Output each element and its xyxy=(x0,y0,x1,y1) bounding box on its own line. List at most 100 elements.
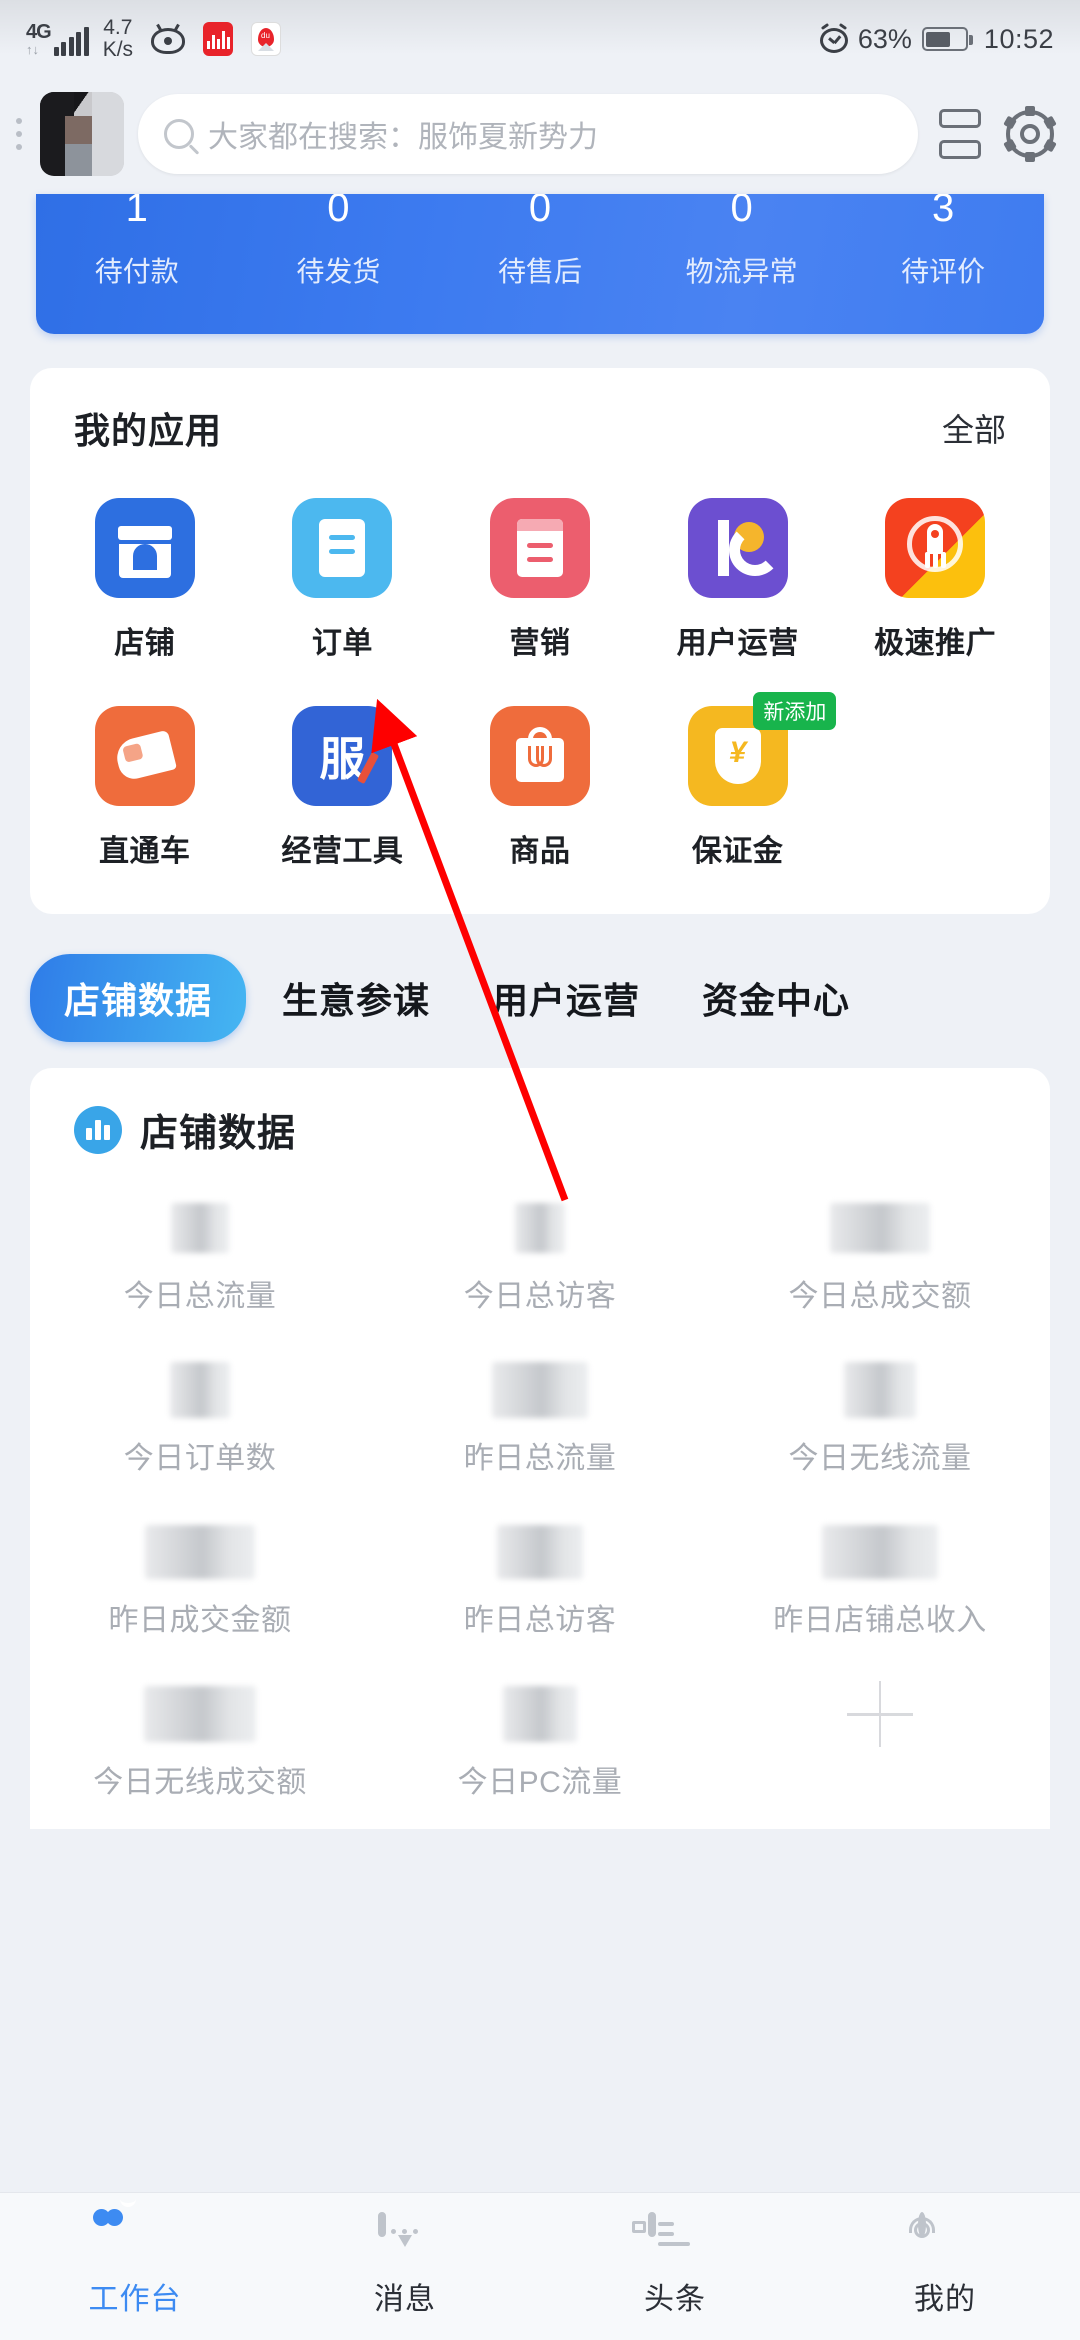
metric-grid: 今日总流量 今日总访客 今日总成交额 今日订单数 昨日总流量 今日无线流量 昨日成交金额 昨日… xyxy=(30,1157,1050,1819)
order-status-cell[interactable]: 1 待付款 xyxy=(36,194,238,290)
metric-cell[interactable]: 今日PC流量 xyxy=(370,1657,710,1819)
tabbar-item-label: 工作台 xyxy=(88,2282,182,2316)
tabbar-item-1[interactable]: 消息 xyxy=(270,2211,540,2318)
train-icon xyxy=(94,706,195,806)
tab-3[interactable]: 资金中心 xyxy=(676,972,876,1024)
tabbar-item-0[interactable]: 工作台 xyxy=(0,2202,270,2318)
order-status-label: 待售后 xyxy=(497,256,582,287)
eye-comfort-icon xyxy=(151,23,186,54)
order-status-cell[interactable]: 0 物流异常 xyxy=(641,194,843,290)
document-list-icon xyxy=(292,498,393,598)
gear-icon xyxy=(1003,106,1057,162)
header-bar: 大家都在搜索：服饰夏新势力 xyxy=(0,78,1080,194)
tab-1[interactable]: 生意参谋 xyxy=(256,972,456,1024)
metric-value-masked xyxy=(514,1203,565,1253)
metric-value-wrap xyxy=(496,1525,583,1579)
battery-percent-label: 63% xyxy=(857,23,912,54)
add-metric-button[interactable] xyxy=(710,1657,1050,1819)
plus-icon xyxy=(846,1681,913,1747)
metric-value-wrap xyxy=(829,1201,930,1255)
order-status-cell[interactable]: 0 待售后 xyxy=(439,194,641,290)
shop-data-title: 店铺数据 xyxy=(140,1113,297,1155)
tab-0[interactable]: 店铺数据 xyxy=(30,954,247,1042)
order-status-label: 待发货 xyxy=(296,256,381,287)
metric-cell[interactable]: 今日总成交额 xyxy=(710,1171,1050,1333)
add-metric-wrap xyxy=(846,1681,913,1747)
order-status-cell[interactable]: 0 待发货 xyxy=(238,194,440,290)
app-tile-shield-yuan[interactable]: 新添加 ¥ 保证金 xyxy=(639,692,837,870)
order-status-cell[interactable]: 3 待评价 xyxy=(842,194,1044,290)
shop-data-header: 店铺数据 xyxy=(30,1102,1050,1157)
metric-label: 今日总流量 xyxy=(123,1280,277,1313)
metric-cell[interactable]: 今日订单数 xyxy=(30,1333,370,1495)
metric-cell[interactable]: 昨日店铺总收入 xyxy=(710,1495,1050,1657)
metric-cell[interactable]: 今日总流量 xyxy=(30,1171,370,1333)
new-badge: 新添加 xyxy=(753,692,837,730)
profile-icon xyxy=(909,2211,972,2264)
shop-data-card: 店铺数据 今日总流量 今日总访客 今日总成交额今日订单数 昨日总流量 今日无线流量昨日成… xyxy=(30,1068,1050,1829)
order-status-label: 待付款 xyxy=(94,256,179,287)
split-screen-button[interactable] xyxy=(932,106,988,162)
metric-value-wrap xyxy=(143,1686,256,1742)
user-ops-icon xyxy=(687,498,788,598)
metric-value-wrap xyxy=(821,1525,938,1579)
metric-value-masked xyxy=(496,1525,583,1579)
metric-cell[interactable]: 昨日总访客 xyxy=(370,1495,710,1657)
app-screen: 4G ↑↓ 4.7 K/s du 63% 10:52 大家都在搜索：服饰夏新势力… xyxy=(0,0,1080,2340)
metric-cell[interactable]: 昨日成交金额 xyxy=(30,1495,370,1657)
avatar[interactable] xyxy=(40,92,124,176)
my-apps-card: 我的应用 全部 店铺 订单 营销用户运营 极速推广直通车服经营工具 商品 新添加 ¥ 保证金 xyxy=(30,368,1050,914)
order-status-banner: 1 待付款 0 待发货 0 待售后 0 物流异常 3 待评价 xyxy=(36,194,1044,334)
metric-label: 昨日总流量 xyxy=(463,1442,617,1475)
metric-label: 今日无线成交额 xyxy=(93,1766,307,1799)
metric-cell[interactable]: 昨日总流量 xyxy=(370,1333,710,1495)
signal-icon: 4G ↑↓ xyxy=(26,22,89,56)
order-status-count: 3 xyxy=(932,194,955,222)
metric-value-masked xyxy=(821,1525,938,1579)
search-input[interactable]: 大家都在搜索：服饰夏新势力 xyxy=(138,94,918,174)
split-screen-icon xyxy=(939,109,981,159)
app-tile-marketing-clipboard[interactable]: 营销 xyxy=(441,498,639,662)
metric-cell[interactable]: 今日总访客 xyxy=(370,1171,710,1333)
tab-2[interactable]: 用户运营 xyxy=(466,972,666,1024)
settings-button[interactable] xyxy=(1002,106,1058,162)
metric-cell[interactable]: 今日无线成交额 xyxy=(30,1657,370,1819)
data-arrows-icon: ↑↓ xyxy=(26,42,39,57)
app-tile-document-list[interactable]: 订单 xyxy=(244,498,442,662)
app-tile-rocket[interactable]: 极速推广 xyxy=(836,498,1034,662)
app-tile-user-ops[interactable]: 用户运营 xyxy=(639,498,837,662)
metric-value-wrap xyxy=(170,1201,229,1255)
bear-workbench-icon xyxy=(93,2202,162,2264)
storefront-icon xyxy=(94,498,195,598)
app-tile-train[interactable]: 直通车 xyxy=(46,706,244,870)
shopping-bag-icon xyxy=(489,706,590,806)
tabbar-item-3[interactable]: 我的 xyxy=(810,2211,1080,2318)
app-tile-label: 保证金 xyxy=(691,835,784,868)
app-tile-shopping-bag[interactable]: 商品 xyxy=(441,706,639,870)
metric-label: 今日总成交额 xyxy=(788,1280,972,1313)
status-bar: 4G ↑↓ 4.7 K/s du 63% 10:52 xyxy=(0,0,1080,78)
my-apps-header: 我的应用 全部 xyxy=(30,402,1050,454)
app-tile-storefront[interactable]: 店铺 xyxy=(46,498,244,662)
metric-cell[interactable]: 今日无线流量 xyxy=(710,1333,1050,1495)
network-speed: 4.7 K/s xyxy=(102,16,134,61)
metric-value-masked xyxy=(143,1686,256,1742)
status-bar-left: 4G ↑↓ 4.7 K/s xyxy=(26,16,282,61)
signal-bars-icon xyxy=(53,26,89,56)
app-tile-label: 极速推广 xyxy=(874,627,997,660)
tabbar-item-label: 我的 xyxy=(914,2282,976,2316)
app-tile-label: 用户运营 xyxy=(676,627,799,660)
metric-label: 今日订单数 xyxy=(123,1442,277,1475)
app-tile-label: 经营工具 xyxy=(281,835,404,868)
network-type-label: 4G xyxy=(26,21,52,43)
app-tile-clothing-tool[interactable]: 服经营工具 xyxy=(244,706,442,870)
drag-handle-icon[interactable] xyxy=(12,118,26,150)
news-icon xyxy=(632,2211,702,2264)
app-tile-label: 店铺 xyxy=(114,627,176,660)
tabbar-item-2[interactable]: 头条 xyxy=(540,2211,810,2318)
metric-value-masked xyxy=(169,1362,230,1418)
network-speed-unit: K/s xyxy=(102,38,134,61)
metric-label: 昨日店铺总收入 xyxy=(773,1604,987,1637)
metric-value-wrap xyxy=(502,1686,577,1742)
my-apps-all-button[interactable]: 全部 xyxy=(942,405,1006,451)
